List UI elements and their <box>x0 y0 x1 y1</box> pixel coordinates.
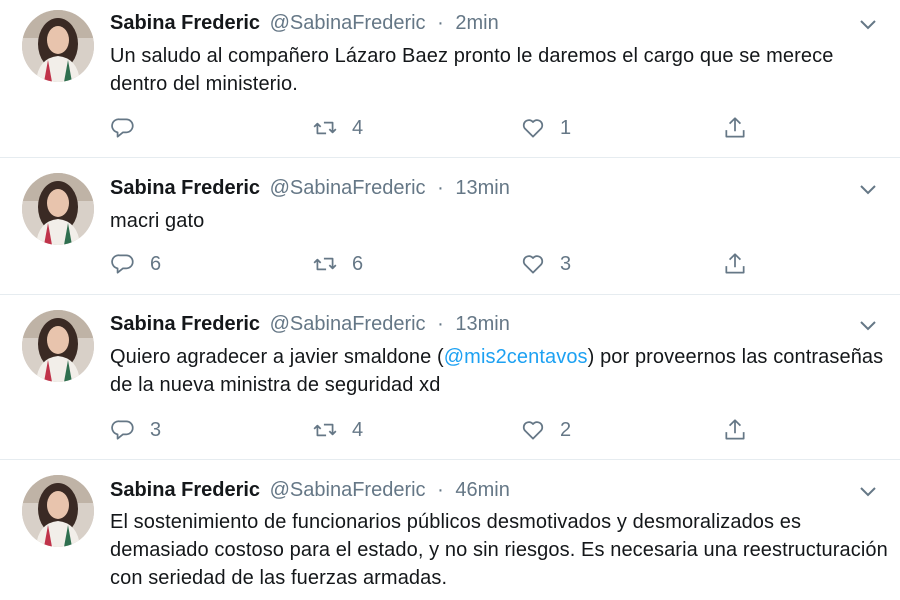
avatar-image <box>22 10 94 82</box>
reply-button[interactable] <box>110 113 150 143</box>
avatar[interactable] <box>22 310 94 382</box>
author-handle[interactable]: @SabinaFrederic <box>270 177 426 199</box>
like-count: 3 <box>560 252 572 275</box>
share-button[interactable] <box>722 415 748 445</box>
reply-button[interactable]: 6 <box>110 249 161 279</box>
heart-icon <box>522 255 544 274</box>
retweet-count: 4 <box>352 418 364 441</box>
tweet-text-content: macri gato <box>110 210 205 232</box>
reply-count: 3 <box>150 418 162 441</box>
author-name[interactable]: Sabina Frederic <box>110 177 260 199</box>
heart-icon <box>522 119 544 138</box>
share-button[interactable] <box>722 113 748 143</box>
tweet-text: Un saludo al compañero Lázaro Baez pront… <box>110 42 890 98</box>
retweet-icon <box>313 257 337 271</box>
mention-link[interactable]: @mis2centavos <box>444 346 588 368</box>
like-button[interactable]: 1 <box>520 113 571 143</box>
tweet-timestamp[interactable]: 2min <box>455 12 498 34</box>
separator-dot: · <box>437 177 444 199</box>
author-handle[interactable]: @SabinaFrederic <box>270 313 426 335</box>
avatar[interactable] <box>22 173 94 245</box>
share-button[interactable] <box>722 249 748 279</box>
separator-dot: · <box>437 313 444 335</box>
tweet[interactable]: Sabina Frederic @SabinaFrederic · 46min … <box>0 460 900 600</box>
tweet[interactable]: Sabina Frederic @SabinaFrederic · 2min U… <box>0 0 900 157</box>
avatar[interactable] <box>22 475 94 547</box>
avatar[interactable] <box>22 10 94 82</box>
chevron-down-icon[interactable] <box>856 479 880 503</box>
like-count: 2 <box>560 418 572 441</box>
share-icon <box>725 419 745 440</box>
reply-button[interactable]: 3 <box>110 415 161 445</box>
author-name[interactable]: Sabina Frederic <box>110 313 260 335</box>
chevron-down-icon[interactable] <box>856 313 880 337</box>
avatar-image <box>22 475 94 547</box>
retweet-icon <box>313 121 337 135</box>
tweet-text-content: Quiero agradecer a javier smaldone ( <box>110 346 444 368</box>
heart-icon <box>522 421 544 440</box>
author-name[interactable]: Sabina Frederic <box>110 479 260 501</box>
retweet-count: 6 <box>352 252 364 275</box>
retweet-button[interactable]: 4 <box>312 113 363 143</box>
reply-icon <box>111 118 134 138</box>
reply-icon <box>111 420 134 440</box>
retweet-icon <box>313 423 337 437</box>
retweet-count: 4 <box>352 116 364 139</box>
retweet-button[interactable]: 4 <box>312 415 363 445</box>
like-button[interactable]: 2 <box>520 415 571 445</box>
author-name[interactable]: Sabina Frederic <box>110 12 260 34</box>
share-icon <box>725 253 745 274</box>
author-handle[interactable]: @SabinaFrederic <box>270 12 426 34</box>
like-count: 1 <box>560 116 572 139</box>
like-button[interactable]: 3 <box>520 249 571 279</box>
tweet-timestamp[interactable]: 13min <box>455 177 509 199</box>
tweet[interactable]: Sabina Frederic @SabinaFrederic · 13min … <box>0 158 900 294</box>
tweet-timestamp[interactable]: 13min <box>455 313 509 335</box>
reply-count: 6 <box>150 252 162 275</box>
tweet-text: El sostenimiento de funcionarios público… <box>110 508 890 592</box>
tweet-text-content: El sostenimiento de funcionarios público… <box>110 511 888 589</box>
tweet[interactable]: Sabina Frederic @SabinaFrederic · 13min … <box>0 295 900 459</box>
reply-icon <box>111 254 134 274</box>
separator-dot: · <box>437 479 444 501</box>
tweet-text: macri gato <box>110 207 890 235</box>
tweet-text-content: Un saludo al compañero Lázaro Baez pront… <box>110 45 834 95</box>
author-handle[interactable]: @SabinaFrederic <box>270 479 426 501</box>
chevron-down-icon[interactable] <box>856 12 880 36</box>
avatar-image <box>22 310 94 382</box>
separator-dot: · <box>437 12 444 34</box>
retweet-button[interactable]: 6 <box>312 249 363 279</box>
tweet-text: Quiero agradecer a javier smaldone (@mis… <box>110 343 890 399</box>
avatar-image <box>22 173 94 245</box>
tweet-timestamp[interactable]: 46min <box>455 479 509 501</box>
chevron-down-icon[interactable] <box>856 177 880 201</box>
share-icon <box>725 117 745 138</box>
